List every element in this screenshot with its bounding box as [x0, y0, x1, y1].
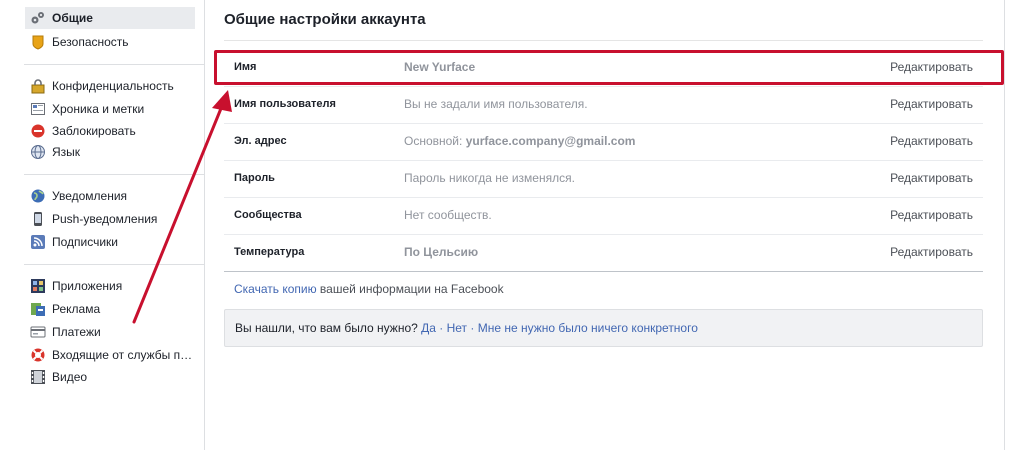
ads-icon [30, 301, 46, 317]
divider [24, 264, 204, 265]
row-label: Имя пользователя [234, 98, 336, 110]
sidebar-item-label: Push-уведомления [52, 212, 158, 226]
sidebar-item-label: Хроника и метки [52, 102, 145, 116]
sidebar-item-label: Видео [52, 370, 88, 384]
feedback-other-link[interactable]: Мне не нужно было ничего конкретного [478, 321, 698, 335]
edit-password-link[interactable]: Редактировать [890, 160, 973, 196]
settings-row-password: Пароль Пароль никогда не изменялся. Реда… [224, 160, 983, 198]
divider [24, 64, 204, 65]
download-copy-link[interactable]: Скачать копию [234, 282, 317, 296]
film-icon [30, 369, 46, 385]
edit-email-link[interactable]: Редактировать [890, 123, 973, 159]
sidebar-item-privacy[interactable]: Конфиденциальность [25, 75, 203, 97]
sidebar-item-label: Язык [52, 145, 81, 159]
sidebar-item-security[interactable]: Безопасность [25, 31, 203, 53]
sidebar-item-support-inbox[interactable]: Входящие от службы п… [25, 344, 203, 366]
sidebar-item-label: Платежи [52, 325, 101, 339]
feedback-yes-link[interactable]: Да [421, 321, 436, 335]
feedback-separator: · [435, 321, 447, 335]
row-value: По Цельсию [404, 245, 479, 259]
download-info-text: вашей информации на Facebook [316, 282, 504, 296]
sidebar-item-label: Заблокировать [52, 124, 136, 138]
sidebar-item-label: Входящие от службы п… [52, 348, 193, 362]
download-info: Скачать копию вашей информации на Facebo… [234, 282, 504, 296]
feedback-separator: · [467, 321, 478, 335]
row-value: Вы не задали имя пользователя. [404, 97, 588, 111]
row-value: Основной: yurface.company@gmail.com [404, 123, 635, 159]
sidebar-item-blocking[interactable]: Заблокировать [25, 120, 203, 142]
edit-username-link[interactable]: Редактировать [890, 86, 973, 122]
row-label: Сообщества [234, 209, 302, 221]
edit-temperature-link[interactable]: Редактировать [890, 234, 973, 270]
row-label: Имя [234, 61, 257, 73]
settings-row-temperature: Температура По Цельсию Редактировать [224, 234, 983, 272]
row-label: Эл. адрес [234, 135, 287, 147]
sidebar-item-payments[interactable]: Платежи [25, 321, 203, 343]
feedback-box: Вы нашли, что вам было нужно? Да · Нет ·… [224, 309, 983, 347]
phone-icon [30, 211, 46, 227]
sidebar-item-apps[interactable]: Приложения [25, 275, 203, 297]
page-title: Общие настройки аккаунта [224, 11, 426, 28]
settings-row-name: Имя New Yurface Редактировать [224, 49, 983, 87]
edit-name-link[interactable]: Редактировать [890, 49, 973, 85]
settings-row-networks: Сообщества Нет сообществ. Редактировать [224, 197, 983, 235]
feedback-question: Вы нашли, что вам было нужно? [235, 321, 422, 335]
sidebar-item-label: Приложения [52, 279, 123, 293]
sidebar-item-general[interactable]: Общие [25, 7, 195, 29]
sidebar-item-push-notifications[interactable]: Push-уведомления [25, 208, 203, 230]
sidebar-item-label: Подписчики [52, 235, 119, 249]
apps-icon [30, 278, 46, 294]
settings-row-username: Имя пользователя Вы не задали имя пользо… [224, 86, 983, 124]
world-icon [30, 188, 46, 204]
sidebar-item-ads[interactable]: Реклама [25, 298, 203, 320]
sidebar-item-language[interactable]: Язык [25, 141, 203, 163]
lock-icon [30, 78, 46, 94]
sidebar-item-label: Реклама [52, 302, 101, 316]
feedback-no-link[interactable]: Нет [447, 321, 467, 335]
row-label: Пароль [234, 172, 275, 184]
sidebar-item-notifications[interactable]: Уведомления [25, 185, 203, 207]
settings-sidebar: Общие Безопасность Конфиденциальность Хр… [0, 0, 205, 450]
content-border [1004, 0, 1005, 450]
edit-networks-link[interactable]: Редактировать [890, 197, 973, 233]
email-prefix: Основной: [404, 134, 466, 148]
sidebar-item-timeline[interactable]: Хроника и метки [25, 98, 203, 120]
timeline-icon [30, 101, 46, 117]
block-icon [30, 123, 46, 139]
sidebar-item-video[interactable]: Видео [25, 366, 203, 388]
row-value: Нет сообществ. [404, 208, 492, 222]
sidebar-item-followers[interactable]: Подписчики [25, 231, 203, 253]
row-value: Пароль никогда не изменялся. [404, 171, 575, 185]
rss-icon [30, 234, 46, 250]
globe-icon [30, 144, 46, 160]
sidebar-item-label: Уведомления [52, 189, 128, 203]
sidebar-item-label: Конфиденциальность [52, 79, 174, 93]
row-value: New Yurface [404, 60, 476, 74]
title-divider [224, 40, 983, 41]
email-address: yurface.company@gmail.com [465, 134, 636, 148]
gears-icon [30, 10, 46, 26]
settings-row-email: Эл. адрес Основной: yurface.company@gmai… [224, 123, 983, 161]
divider [24, 174, 204, 175]
card-icon [30, 324, 46, 340]
feedback-line: Вы нашли, что вам было нужно? Да · Нет ·… [235, 310, 698, 346]
sidebar-item-label: Безопасность [52, 35, 129, 49]
row-label: Температура [234, 246, 305, 258]
badge-icon [30, 34, 46, 50]
sidebar-item-label: Общие [52, 11, 93, 25]
lifebuoy-icon [30, 347, 46, 363]
